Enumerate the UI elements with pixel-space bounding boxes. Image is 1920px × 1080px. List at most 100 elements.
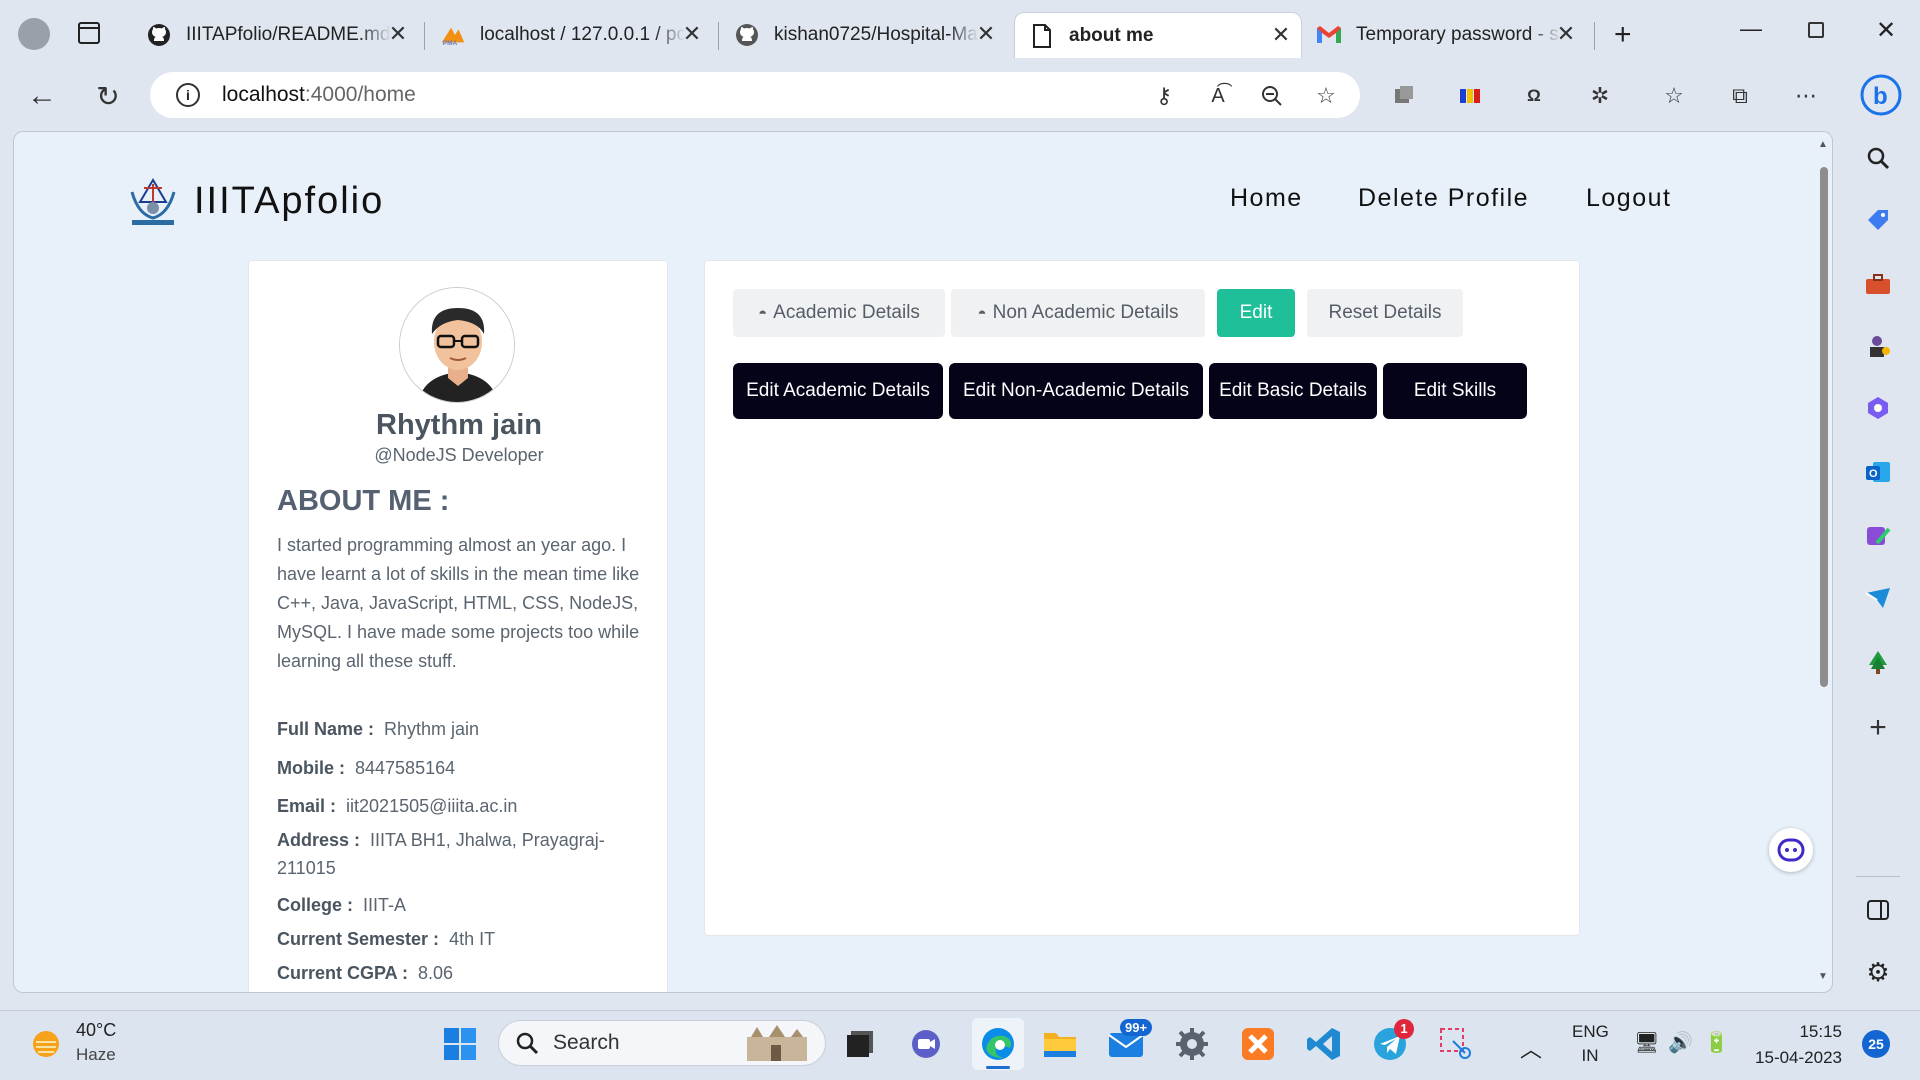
close-tab-icon[interactable]: ✕ (386, 22, 410, 46)
restore-icon[interactable] (1808, 22, 1824, 38)
nav-home[interactable]: Home (1230, 184, 1303, 213)
edit-skills-button[interactable]: Edit Skills (1383, 363, 1527, 419)
outlook-icon[interactable]: O (1862, 456, 1894, 488)
notification-count-badge[interactable]: 25 (1862, 1030, 1890, 1058)
nav-delete-profile[interactable]: Delete Profile (1358, 184, 1529, 213)
field-email: Email : iit2021505@iiita.ac.in (277, 792, 647, 820)
sidebar-toggle-icon[interactable] (1862, 894, 1894, 926)
tab-academic-details[interactable]: ◓ Academic Details (733, 289, 945, 337)
tree-icon[interactable] (1862, 646, 1894, 678)
tab-reset-details[interactable]: Reset Details (1307, 289, 1463, 337)
tab-label: Non Academic Details (992, 302, 1179, 323)
shopping-tag-icon[interactable] (1862, 204, 1894, 236)
key-icon[interactable]: ⚷ (1146, 78, 1182, 114)
profile-avatar-icon[interactable] (18, 18, 50, 50)
zoom-out-icon[interactable] (1254, 78, 1290, 114)
teams-chat-icon[interactable] (906, 1024, 946, 1064)
edit-academic-details-button[interactable]: Edit Academic Details (733, 363, 943, 419)
avatar (399, 287, 515, 403)
tools-icon[interactable] (1862, 268, 1894, 300)
nav-logout[interactable]: Logout (1586, 184, 1671, 213)
clock[interactable]: 15:15 15-04-2023 (1752, 1022, 1842, 1068)
file-explorer-icon[interactable] (1040, 1024, 1080, 1064)
snipping-tool-icon[interactable] (1436, 1024, 1476, 1064)
language-indicator[interactable]: ENG IN (1572, 1022, 1609, 1066)
field-cgpa: Current CGPA : 8.06 (277, 959, 647, 987)
tab-phpmyadmin[interactable]: PMA localhost / 127.0.0.1 / pc ✕ (434, 12, 712, 58)
task-view-icon[interactable] (840, 1024, 880, 1064)
settings-icon[interactable] (1172, 1024, 1212, 1064)
tab-non-academic-details[interactable]: ◓ Non Academic Details (951, 289, 1205, 337)
collections-icon[interactable]: ⧉ (1722, 78, 1758, 114)
telegram-badge: 1 (1394, 1019, 1414, 1039)
network-icon[interactable]: 🖥 (1634, 1030, 1659, 1055)
extensions-puzzle-icon[interactable]: ✲ (1582, 78, 1618, 114)
field-address: Address : IIITA BH1, Jhalwa, Prayagraj-21… (277, 826, 647, 882)
weather-temp[interactable]: 40°C (76, 1020, 116, 1041)
read-aloud-icon[interactable]: A͡ (1200, 78, 1236, 114)
tab-readme[interactable]: IIITAPfolio/README.md ✕ (140, 12, 418, 58)
back-icon[interactable]: ← (24, 78, 60, 114)
edit-non-academic-details-button[interactable]: Edit Non-Academic Details (949, 363, 1203, 419)
close-window-icon[interactable]: ✕ (1876, 16, 1896, 45)
tab-about-me[interactable]: about me ✕ (1014, 12, 1302, 58)
bing-copilot-icon[interactable]: b (1858, 72, 1904, 118)
omega-icon[interactable]: Ω (1516, 78, 1552, 114)
close-tab-icon[interactable]: ✕ (1554, 22, 1578, 46)
taskbar-search[interactable]: Search (498, 1020, 826, 1066)
field-mobile: Mobile : 8447585164 (277, 754, 647, 782)
edge-browser-icon[interactable] (972, 1018, 1024, 1070)
brand[interactable]: IIITApfolio (126, 174, 384, 228)
url-host: localhost (222, 83, 305, 106)
show-hidden-icons-chevron-icon[interactable]: ︿ (1520, 1032, 1542, 1064)
designer-icon[interactable] (1862, 520, 1894, 552)
tab-title: localhost / 127.0.0.1 / pc (480, 24, 685, 45)
field-full-name: Full Name : Rhythm jain (277, 715, 647, 743)
tab-title: Temporary password - sl (1356, 24, 1561, 45)
tab-gmail[interactable]: Temporary password - sl ✕ (1308, 12, 1586, 58)
brand-title: IIITApfolio (194, 179, 385, 222)
about-text: I started programming almost an year ago… (277, 535, 640, 671)
settings-gear-icon[interactable]: ⚙ (1862, 956, 1894, 988)
close-tab-icon[interactable]: ✕ (680, 22, 704, 46)
svg-text:b: b (1873, 83, 1888, 110)
scrollbar-thumb[interactable] (1820, 167, 1828, 687)
web-page-viewport: IIITApfolio Home Delete Profile Logout R… (13, 131, 1833, 993)
site-info-icon[interactable]: i (176, 83, 200, 107)
page-scrollbar[interactable]: ▲ ▼ (1816, 133, 1832, 991)
windows-start-icon[interactable] (440, 1024, 480, 1064)
favorite-add-icon[interactable]: ☆ (1308, 78, 1344, 114)
tab-edit[interactable]: Edit (1217, 289, 1295, 337)
search-icon[interactable] (1862, 142, 1894, 174)
more-menu-icon[interactable]: ⋯ (1788, 78, 1824, 114)
send-icon[interactable] (1862, 582, 1894, 614)
tab-title: kishan0725/Hospital-Ma (774, 24, 978, 45)
weather-sun-icon[interactable] (26, 1024, 66, 1064)
battery-icon[interactable]: 🔋 (1704, 1030, 1729, 1055)
minimize-icon[interactable]: — (1740, 16, 1762, 42)
vscode-icon[interactable] (1304, 1024, 1344, 1064)
tab-hospital[interactable]: kishan0725/Hospital-Ma ✕ (728, 12, 1006, 58)
close-tab-icon[interactable]: ✕ (974, 22, 998, 46)
tab-actions-icon[interactable] (78, 22, 100, 44)
search-icon (516, 1032, 539, 1055)
chat-assistant-icon[interactable] (1769, 828, 1813, 872)
favorites-icon[interactable]: ☆ (1656, 78, 1692, 114)
xampp-icon[interactable] (1238, 1024, 1278, 1064)
refresh-icon[interactable]: ↻ (90, 78, 126, 114)
extension-colors-icon[interactable] (1452, 78, 1488, 114)
field-label: Full Name : (277, 719, 375, 739)
tab-label: Academic Details (773, 302, 920, 323)
microsoft-365-icon[interactable] (1862, 392, 1894, 424)
extension-icon[interactable] (1386, 78, 1422, 114)
volume-icon[interactable]: 🔊 (1668, 1030, 1693, 1055)
profile-card: Rhythm jain @NodeJS Developer ABOUT ME :… (248, 260, 668, 992)
new-tab-icon[interactable]: + (1614, 18, 1632, 52)
profile-role: @NodeJS Developer (374, 445, 544, 465)
about-heading: ABOUT ME : (277, 485, 450, 517)
add-sidebar-app-icon[interactable]: + (1862, 711, 1894, 744)
close-tab-icon[interactable]: ✕ (1269, 23, 1293, 47)
field-value: 8.06 (418, 963, 454, 983)
games-icon[interactable] (1862, 330, 1894, 362)
edit-basic-details-button[interactable]: Edit Basic Details (1209, 363, 1377, 419)
